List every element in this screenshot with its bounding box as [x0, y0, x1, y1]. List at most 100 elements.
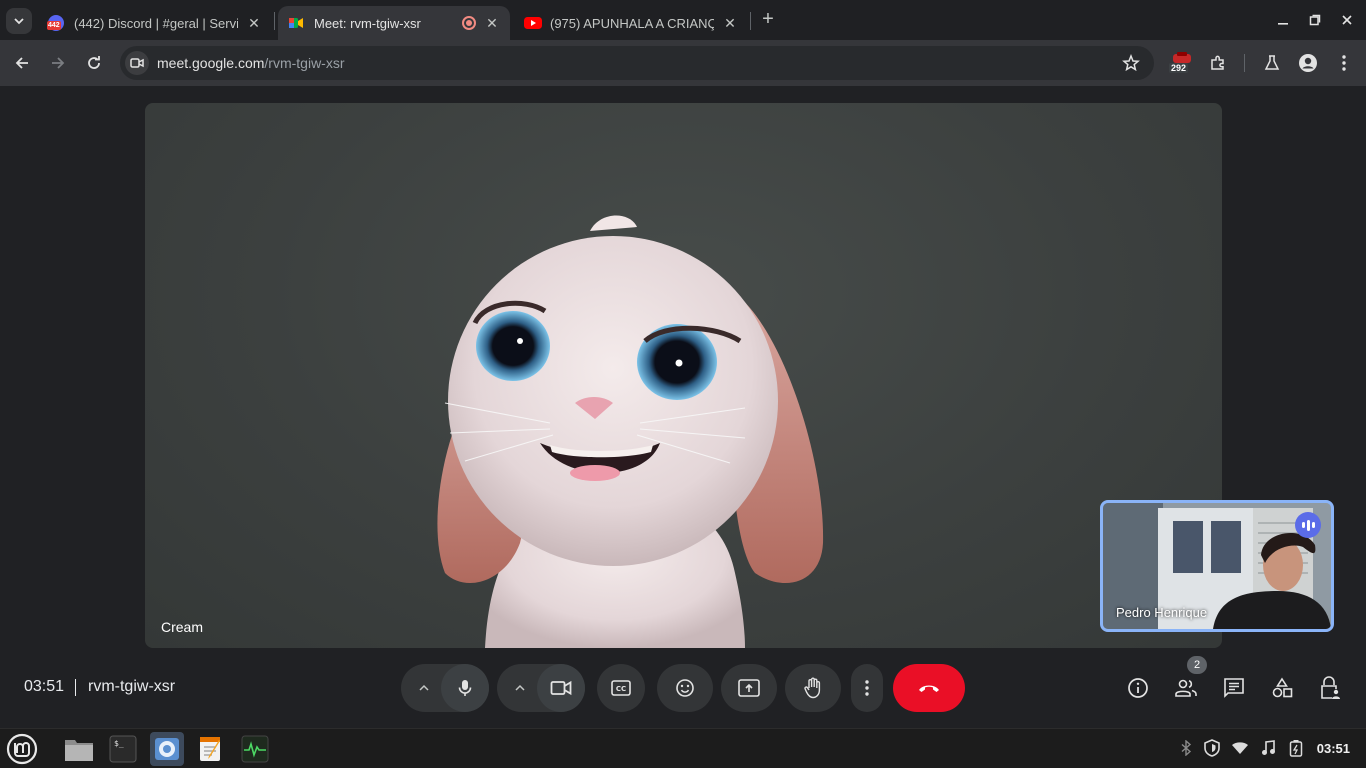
- shapes-icon: [1272, 677, 1293, 698]
- svg-text:$_: $_: [114, 739, 124, 748]
- system-clock[interactable]: 03:51: [1317, 741, 1350, 756]
- present-screen-button[interactable]: [721, 664, 777, 712]
- start-menu-button[interactable]: [5, 732, 39, 766]
- browser-tab-strip: 442 (442) Discord | #geral | Servidor ✕ …: [0, 0, 1366, 40]
- site-info-button[interactable]: [125, 51, 149, 75]
- videocam-icon: [550, 680, 572, 696]
- taskbar-text-editor[interactable]: [194, 732, 228, 766]
- music-note-icon[interactable]: [1259, 739, 1277, 757]
- bookmark-star-icon[interactable]: [1122, 54, 1140, 72]
- close-icon[interactable]: ✕: [722, 15, 738, 31]
- closed-captions-icon: CC: [611, 680, 631, 696]
- tab-title: (975) APUNHALA A CRIANÇA: [550, 15, 714, 31]
- leave-call-button[interactable]: [893, 664, 965, 712]
- present-to-all-icon: [738, 679, 760, 697]
- microphone-button[interactable]: [441, 664, 489, 712]
- participant-name-main: Cream: [161, 619, 204, 635]
- tab-title: Meet: rvm-tgiw-xsr: [314, 15, 421, 31]
- bluetooth-icon[interactable]: [1177, 739, 1195, 757]
- lock-person-icon: [1321, 676, 1340, 699]
- url-text: meet.google.com/rvm-tgiw-xsr: [157, 55, 345, 71]
- maximize-button[interactable]: [1303, 8, 1327, 32]
- chat-icon: [1224, 678, 1244, 698]
- audio-options-chevron-icon[interactable]: [416, 680, 432, 696]
- hand-icon: [804, 677, 821, 699]
- tab-meet[interactable]: Meet: rvm-tgiw-xsr ✕: [278, 6, 510, 40]
- host-controls-button[interactable]: [1318, 676, 1342, 700]
- browser-menu-button[interactable]: [1332, 51, 1356, 75]
- meeting-details-button[interactable]: [1126, 676, 1150, 700]
- raise-hand-button[interactable]: [785, 664, 841, 712]
- chevron-down-icon: [14, 18, 24, 25]
- flask-icon: [1264, 55, 1280, 70]
- tab-divider: [750, 12, 751, 30]
- captions-button[interactable]: CC: [597, 664, 645, 712]
- participant-count-badge: 2: [1187, 656, 1207, 674]
- tab-search-button[interactable]: [6, 8, 32, 34]
- more-options-button[interactable]: [851, 664, 883, 712]
- account-circle-icon: [1299, 54, 1317, 72]
- terminal-icon: $_: [109, 735, 137, 763]
- minimize-button[interactable]: [1271, 8, 1295, 32]
- discord-icon: 442: [47, 15, 64, 31]
- text-editor-icon: [200, 737, 220, 761]
- extension-badge-count: 292: [1169, 63, 1189, 73]
- people-button[interactable]: [1174, 676, 1198, 700]
- address-bar[interactable]: meet.google.com/rvm-tgiw-xsr: [120, 46, 1154, 80]
- video-options-chevron-icon[interactable]: [512, 680, 528, 696]
- taskbar-files[interactable]: [62, 732, 96, 766]
- tab-title: (442) Discord | #geral | Servidor: [74, 15, 238, 31]
- google-meet-icon: [288, 15, 304, 31]
- reload-button[interactable]: [82, 51, 106, 75]
- labs-button[interactable]: [1260, 51, 1284, 75]
- restore-icon: [1309, 14, 1321, 26]
- close-icon: [1342, 15, 1352, 25]
- taskbar-terminal[interactable]: $_: [106, 732, 140, 766]
- battery-charging-icon[interactable]: [1287, 739, 1305, 757]
- extension-button[interactable]: 292: [1169, 52, 1193, 74]
- toolbar-divider: [1244, 54, 1245, 72]
- microphone-icon: [458, 680, 472, 696]
- clock-divider: [75, 679, 76, 696]
- close-icon[interactable]: ✕: [246, 15, 262, 31]
- tab-discord[interactable]: 442 (442) Discord | #geral | Servidor ✕: [38, 6, 272, 40]
- profile-button[interactable]: [1296, 51, 1320, 75]
- info-icon: [1128, 678, 1148, 698]
- taskbar-browser[interactable]: [150, 732, 184, 766]
- puzzle-icon: [1211, 55, 1224, 70]
- participant-tile-main[interactable]: Cream: [145, 103, 1222, 648]
- bunny-avatar-video: [437, 215, 824, 648]
- participant-tile-self[interactable]: Pedro Henrique: [1100, 500, 1334, 632]
- extensions-button[interactable]: [1206, 51, 1230, 75]
- arrow-right-icon: [52, 57, 65, 69]
- back-button[interactable]: [10, 51, 34, 75]
- speaking-indicator-icon: [1295, 512, 1321, 538]
- security-shield-icon[interactable]: [1203, 739, 1221, 757]
- minimize-icon: [1278, 23, 1288, 25]
- more-vert-icon: [865, 680, 869, 696]
- url-path: /rvm-tgiw-xsr: [264, 55, 345, 71]
- os-taskbar: $_ 03:51: [0, 728, 1366, 768]
- close-window-button[interactable]: [1335, 8, 1359, 32]
- camera-button[interactable]: [537, 664, 585, 712]
- emoji-icon: [676, 679, 694, 697]
- folder-icon: [65, 740, 93, 761]
- taskbar-system-monitor[interactable]: [238, 732, 272, 766]
- tab-youtube[interactable]: (975) APUNHALA A CRIANÇA ✕: [514, 6, 748, 40]
- close-icon[interactable]: ✕: [484, 15, 500, 31]
- wifi-icon[interactable]: [1231, 739, 1249, 757]
- meet-stage: Cream Pedro Henrique 03:51 rvm-tgiw-xsr: [0, 86, 1366, 728]
- new-tab-button[interactable]: +: [758, 9, 778, 31]
- linux-mint-logo-icon: [6, 733, 38, 765]
- reload-icon: [88, 56, 100, 69]
- participant-name-self: Pedro Henrique: [1116, 605, 1208, 620]
- recording-icon: [462, 16, 476, 30]
- chat-button[interactable]: [1222, 676, 1246, 700]
- people-icon: [1175, 679, 1197, 697]
- discord-badge: 442: [47, 21, 61, 30]
- activities-button[interactable]: [1270, 676, 1294, 700]
- browser-toolbar: meet.google.com/rvm-tgiw-xsr 292: [0, 40, 1366, 86]
- forward-button[interactable]: [46, 51, 70, 75]
- meeting-code: rvm-tgiw-xsr: [88, 678, 176, 695]
- reactions-button[interactable]: [657, 664, 713, 712]
